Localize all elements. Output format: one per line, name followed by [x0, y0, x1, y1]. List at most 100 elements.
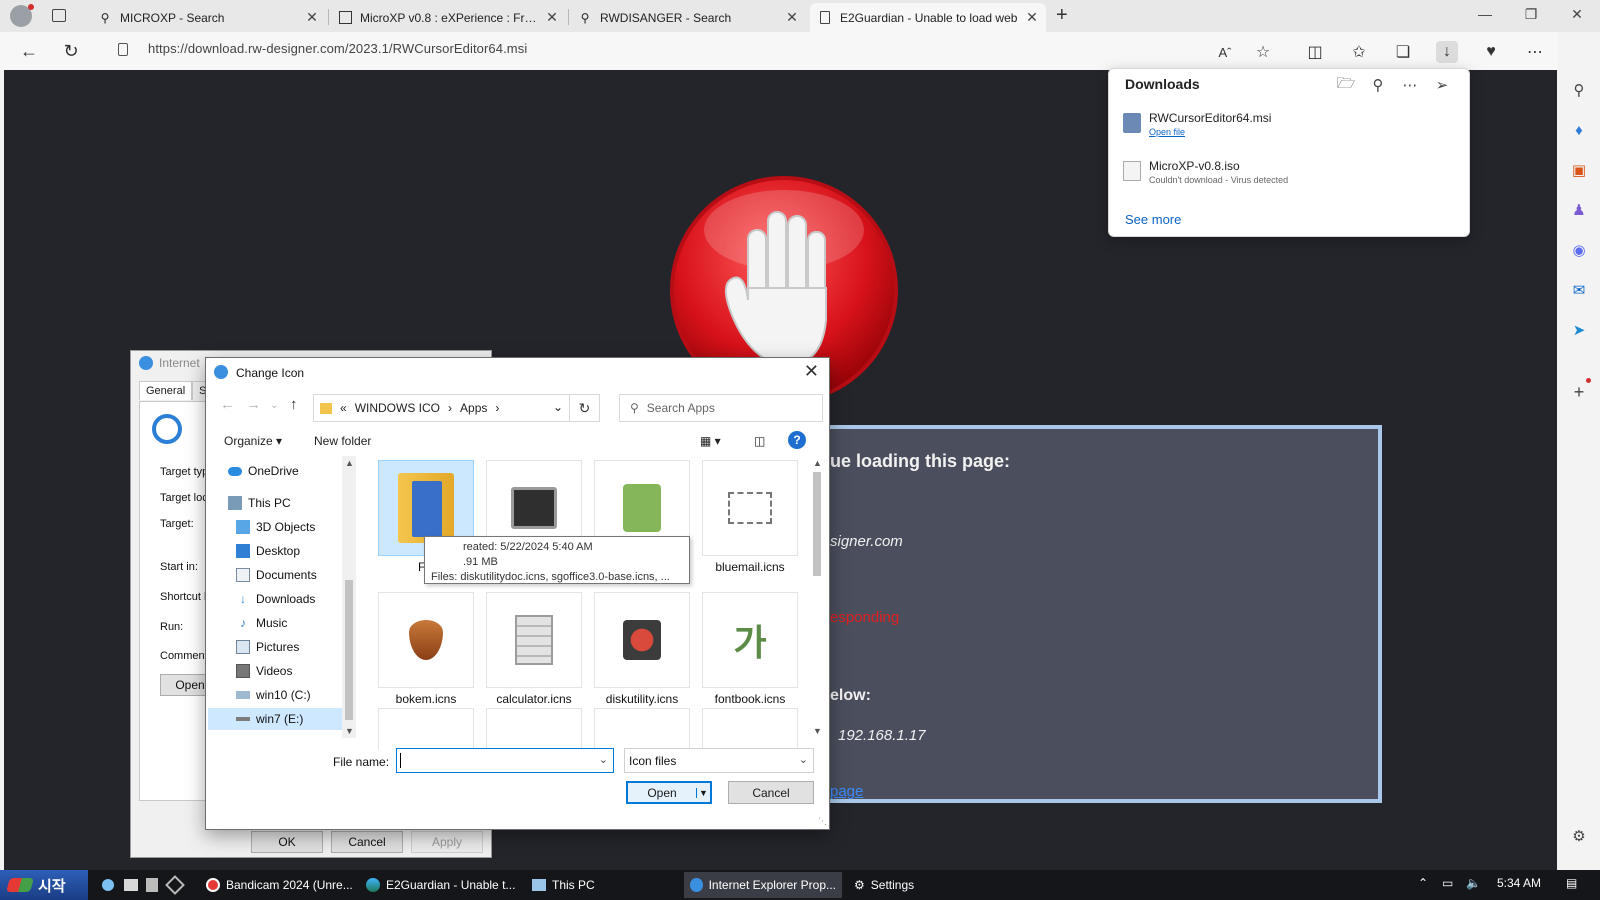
close-icon[interactable]: ✕	[804, 361, 819, 382]
address-field[interactable]: https://download.rw-designer.com/2023.1/…	[102, 36, 1242, 66]
cancel-button[interactable]: Cancel	[728, 781, 814, 804]
taskbar-app-e2guardian[interactable]: E2Guardian - Unable t...	[360, 872, 521, 898]
grid-scrollbar[interactable]: ▲ ▼	[810, 456, 824, 738]
tab-rwdisanger-search[interactable]: ⚲ RWDISANGER - Search ✕	[570, 3, 806, 32]
add-icon[interactable]: +	[1567, 380, 1591, 404]
tab-general[interactable]: General	[139, 381, 193, 400]
chevron-down-icon[interactable]: ⌄	[553, 400, 563, 414]
file-item[interactable]	[594, 708, 690, 750]
file-item[interactable]	[486, 708, 582, 750]
file-item[interactable]: calculator.icns	[486, 592, 582, 718]
search-input[interactable]: ⚲ Search Apps	[619, 394, 823, 422]
organize-menu[interactable]: Organize ▾	[224, 434, 282, 448]
more-menu-icon[interactable]: ⋯	[1524, 41, 1546, 63]
notes-quicklaunch-icon[interactable]	[146, 878, 158, 892]
split-dropdown-icon[interactable]: ▼	[696, 787, 710, 798]
new-tab-button[interactable]: +	[1056, 4, 1068, 27]
collections-icon[interactable]: ❏	[1392, 41, 1414, 63]
taskbar-app-this-pc[interactable]: This PC	[526, 872, 601, 898]
file-item[interactable]: bluemail.icns	[702, 460, 798, 586]
back-icon[interactable]: ←	[16, 39, 42, 63]
tree-item-this-pc[interactable]: This PC	[228, 492, 291, 514]
open-button[interactable]: Open ▼	[626, 781, 712, 804]
chevron-up-icon[interactable]: ⌃	[1418, 876, 1428, 890]
tree-item-onedrive[interactable]: OneDrive	[228, 460, 299, 482]
telegram-icon[interactable]: ➤	[1567, 318, 1591, 342]
download-item[interactable]: RWCursorEditor64.msi Open file	[1123, 107, 1453, 147]
read-aloud-icon[interactable]: Aˆ	[1214, 41, 1236, 63]
view-options-icon[interactable]: ▦ ▾	[700, 434, 721, 448]
favorite-star-icon[interactable]: ☆	[1252, 41, 1274, 63]
tree-item-music[interactable]: ♪ Music	[236, 612, 287, 634]
help-icon[interactable]: ?	[788, 431, 806, 449]
restore-icon[interactable]: ❐	[1516, 6, 1546, 23]
search-icon[interactable]: ⚲	[1367, 74, 1389, 96]
tab-microxp-search[interactable]: ⚲ MICROXP - Search ✕	[90, 3, 326, 32]
tab-actions-icon[interactable]	[52, 9, 66, 22]
virtualbox-quicklaunch-icon[interactable]	[165, 875, 185, 895]
tree-item-downloads[interactable]: ↓ Downloads	[236, 588, 315, 610]
close-icon[interactable]: ✕	[786, 9, 798, 26]
breadcrumb-windows-ico[interactable]: WINDOWS ICO	[355, 401, 440, 415]
taskbar-app-ie-properties[interactable]: Internet Explorer Prop...	[684, 872, 842, 898]
explorer-quicklaunch-icon[interactable]	[124, 879, 138, 891]
see-more-link[interactable]: See more	[1125, 212, 1181, 227]
network-icon[interactable]: ▭	[1442, 876, 1453, 890]
tree-item-win10[interactable]: win10 (C:)	[236, 684, 311, 706]
back-arrow-icon[interactable]: ←	[220, 396, 235, 413]
taskbar-app-bandicam[interactable]: Bandicam 2024 (Unre...	[200, 872, 359, 898]
tree-item-3d-objects[interactable]: 3D Objects	[236, 516, 315, 538]
file-item[interactable]	[378, 708, 474, 750]
more-options-icon[interactable]: ⋯	[1399, 74, 1421, 96]
recent-dropdown-icon[interactable]: ⌄	[270, 400, 278, 411]
file-item[interactable]: bokem.icns	[378, 592, 474, 718]
split-screen-icon[interactable]: ◫	[1304, 41, 1326, 63]
cancel-button[interactable]: Cancel	[331, 831, 403, 853]
download-item[interactable]: MicroXP-v0.8.iso Couldn't download - Vir…	[1123, 155, 1453, 195]
file-item[interactable]: 가 fontbook.icns	[702, 592, 798, 718]
tree-item-documents[interactable]: Documents	[236, 564, 317, 586]
start-button[interactable]: 시작	[0, 870, 88, 900]
tree-item-desktop[interactable]: Desktop	[236, 540, 300, 562]
resize-grip-icon[interactable]: ⋱	[818, 816, 827, 827]
close-icon[interactable]: ✕	[546, 9, 558, 26]
tree-scrollbar[interactable]: ▲ ▼	[342, 456, 356, 738]
tools-icon[interactable]: ▣	[1567, 158, 1591, 182]
outlook-icon[interactable]: ✉	[1567, 278, 1591, 302]
clock[interactable]: 5:34 AM	[1497, 876, 1541, 890]
minimize-icon[interactable]: —	[1470, 6, 1500, 22]
settings-gear-icon[interactable]: ⚙	[1567, 824, 1591, 848]
preview-pane-icon[interactable]: ◫	[754, 434, 765, 448]
apply-button[interactable]: Apply	[411, 831, 483, 853]
breadcrumb[interactable]: « WINDOWS ICO › Apps › ⌄	[313, 394, 570, 422]
tab-e2guardian[interactable]: E2Guardian - Unable to load web ✕	[810, 3, 1046, 32]
block-page-link[interactable]: page	[830, 783, 863, 800]
refresh-icon[interactable]: ↻	[58, 39, 84, 63]
forward-arrow-icon[interactable]: →	[246, 396, 261, 413]
close-icon[interactable]: ✕	[1026, 9, 1038, 26]
file-type-select[interactable]: Icon files ⌄	[624, 748, 814, 773]
file-name-input[interactable]: ⌄	[396, 748, 614, 773]
ok-button[interactable]: OK	[251, 831, 323, 853]
file-item[interactable]	[702, 708, 798, 750]
microsoft365-icon[interactable]: ◉	[1567, 238, 1591, 262]
new-folder-button[interactable]: New folder	[314, 434, 371, 448]
file-item[interactable]: diskutility.icns	[594, 592, 690, 718]
breadcrumb-apps[interactable]: Apps	[460, 401, 487, 415]
open-file-link[interactable]: Open file	[1149, 127, 1185, 137]
open-folder-icon[interactable]: 🗁	[1335, 74, 1357, 96]
tree-item-win7[interactable]: win7 (E:)	[208, 708, 344, 730]
close-icon[interactable]: ✕	[306, 9, 318, 26]
refresh-icon[interactable]: ↻	[570, 394, 600, 422]
downloads-icon[interactable]: ↓	[1436, 41, 1458, 63]
shopping-tag-icon[interactable]: ♦	[1567, 118, 1591, 142]
taskbar-app-settings[interactable]: ⚙ Settings	[848, 872, 920, 898]
tree-item-pictures[interactable]: Pictures	[236, 636, 299, 658]
pin-icon[interactable]: ➢	[1431, 74, 1453, 96]
games-icon[interactable]: ♟	[1567, 198, 1591, 222]
browser-essentials-icon[interactable]: ♥	[1480, 41, 1502, 63]
notifications-icon[interactable]: ▤	[1566, 876, 1577, 890]
tab-microxp-experience[interactable]: MicroXP v0.8 : eXPerience : Free ( ✕	[330, 3, 566, 32]
close-window-icon[interactable]: ✕	[1562, 6, 1592, 23]
up-arrow-icon[interactable]: ↑	[290, 396, 298, 413]
